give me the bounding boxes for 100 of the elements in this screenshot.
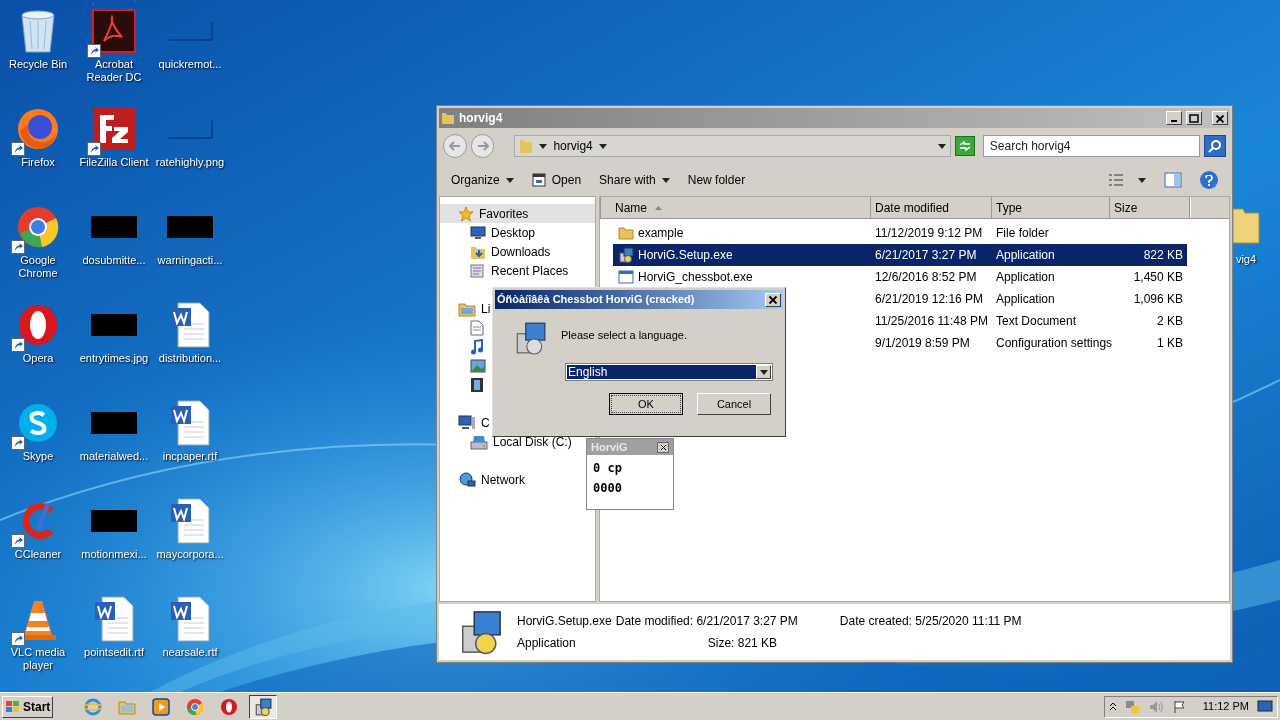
network-icon (458, 471, 476, 488)
date-modified: 6/21/2019 12:16 PM (874, 291, 985, 308)
nav-item[interactable] (470, 337, 484, 356)
desktop-icon-label[interactable]: entrytimes.jpg (77, 352, 151, 365)
opera-icon (16, 303, 60, 347)
desktop-icon-label[interactable]: materialwed... (77, 450, 151, 463)
start-button[interactable]: Start (2, 695, 54, 718)
flag-icon[interactable] (1172, 699, 1187, 714)
nav-item[interactable]: Favorites (440, 204, 595, 223)
file-type: Application (995, 247, 1056, 264)
blank-file-icon (167, 119, 213, 139)
desktop-icon-label[interactable]: warningacti... (153, 254, 227, 267)
chevron-icon (598, 143, 607, 149)
chevron-up-icon[interactable] (1108, 702, 1117, 711)
nav-item[interactable] (470, 375, 484, 394)
toolbar-button[interactable]: New folder (687, 168, 746, 192)
address-bar[interactable]: horvig4 (514, 135, 952, 157)
details-file-name: HorviG.Setup.exe (517, 613, 612, 630)
desktop-icon-label[interactable]: CCleaner (1, 548, 75, 561)
play-icon (152, 697, 171, 716)
desktop-icon-label[interactable]: Acrobat Reader DC (77, 58, 151, 84)
preview-pane-button[interactable] (1164, 172, 1182, 188)
file-name: example (638, 225, 684, 242)
library-icon (458, 300, 476, 317)
minimize-button[interactable] (1166, 111, 1182, 125)
desktop-icon-label[interactable]: Opera (1, 352, 75, 365)
desktop-icon-label[interactable]: Skype (1, 450, 75, 463)
desktop-icon-label[interactable]: incpaper.rtf (153, 450, 227, 463)
window-icon (531, 173, 546, 187)
star-icon (458, 205, 474, 222)
dialog-button[interactable]: Cancel (697, 393, 771, 415)
recent-places-icon (470, 262, 486, 279)
nav-item[interactable]: Li (440, 299, 493, 318)
desktop-icon-label[interactable]: vig4 (1235, 251, 1257, 268)
blank-file-icon (167, 21, 213, 41)
toolbar-button[interactable]: Share with (599, 168, 670, 192)
close-button[interactable] (657, 441, 669, 453)
desktop-icon-label[interactable]: motionmexi... (77, 548, 151, 561)
maximize-button[interactable] (1186, 111, 1202, 125)
column-header[interactable]: Date modified (871, 197, 992, 218)
firefox-icon (16, 107, 60, 151)
toolbar-button[interactable]: Organize (451, 168, 514, 192)
show-desktop-icon[interactable] (1257, 699, 1273, 714)
desktop-icon-label[interactable]: VLC media player (1, 646, 75, 672)
column-header[interactable]: Name (600, 197, 871, 218)
breadcrumb[interactable]: horvig4 (553, 137, 593, 155)
nav-item[interactable]: Local Disk (C:) (470, 432, 572, 451)
file-row[interactable]: example 11/12/2019 9:12 PM File folder (613, 222, 1187, 244)
date-modified: 9/1/2019 8:59 PM (874, 335, 971, 352)
search-field[interactable]: Search horvig4 (982, 135, 1201, 157)
help-button[interactable] (1200, 171, 1218, 189)
application-icon (618, 270, 634, 284)
nav-item[interactable]: C (440, 413, 492, 432)
file-name: HorviG.Setup.exe (638, 247, 733, 264)
skype-icon (16, 401, 60, 445)
preview-pane-icon (1164, 172, 1182, 188)
refresh-button[interactable] (955, 136, 975, 156)
close-icon (1215, 113, 1225, 123)
desktop-icon-label[interactable]: FileZilla Client (77, 156, 151, 169)
caret-icon (1138, 177, 1146, 183)
desktop-icon-label[interactable]: quickremot... (153, 58, 227, 71)
search-button[interactable] (1204, 135, 1226, 157)
file-size: 1,096 KB (1133, 291, 1183, 308)
desktop-icon-label[interactable]: ratehighly.png (153, 156, 227, 169)
desktop-icon-label[interactable]: Google Chrome (1, 254, 75, 280)
desktop-icon-label[interactable]: distribution... (153, 352, 227, 365)
nav-item[interactable]: Downloads (470, 242, 551, 261)
date-modified: 11/12/2019 9:12 PM (874, 225, 984, 242)
word-document-icon (170, 400, 210, 446)
nav-item[interactable]: Desktop (470, 223, 536, 242)
folder-icon (618, 226, 634, 240)
file-row[interactable]: HorviG_chessbot.exe 12/6/2016 8:52 PM Application 1,450 KB (613, 266, 1187, 288)
nav-item[interactable]: Recent Places (470, 261, 569, 280)
filezilla-icon (92, 107, 136, 151)
clock[interactable]: 11:12 PM (1202, 698, 1249, 715)
toolbar-button[interactable]: Open (531, 168, 582, 192)
chrome-icon (16, 205, 60, 249)
desktop-icon-label[interactable]: Firefox (1, 156, 75, 169)
file-size: 822 KB (1143, 247, 1183, 264)
desktop-icon-label[interactable]: dosubmitte... (77, 254, 151, 267)
file-name: HorviG_chessbot.exe (638, 269, 753, 286)
picture-frame-icon (470, 358, 486, 373)
taskbar-button[interactable] (249, 694, 278, 719)
details-size: Size: 821 KB (706, 635, 779, 652)
details-date-created: Date created: 5/25/2020 11:11 PM (839, 613, 1022, 630)
language-select[interactable]: English (565, 363, 773, 381)
file-size: 1,450 KB (1133, 269, 1183, 286)
nav-item[interactable]: Network (440, 470, 527, 489)
view-options-button[interactable] (1108, 173, 1146, 187)
column-header[interactable]: Type (992, 197, 1110, 218)
column-header[interactable]: Size (1110, 197, 1190, 218)
dialog-button[interactable]: OK (609, 393, 683, 415)
desktop-icon-label[interactable]: pointsedit.rtf (77, 646, 151, 659)
document-icon (470, 319, 484, 336)
maximize-icon (1189, 113, 1199, 123)
desktop-icon-label[interactable]: Recycle Bin (1, 58, 75, 71)
refresh-icon (957, 140, 972, 152)
folder-icon (118, 698, 137, 715)
word-document-icon (170, 302, 210, 348)
file-row[interactable]: HorviG.Setup.exe 6/21/2017 3:27 PM Application 822 KB (613, 244, 1187, 266)
